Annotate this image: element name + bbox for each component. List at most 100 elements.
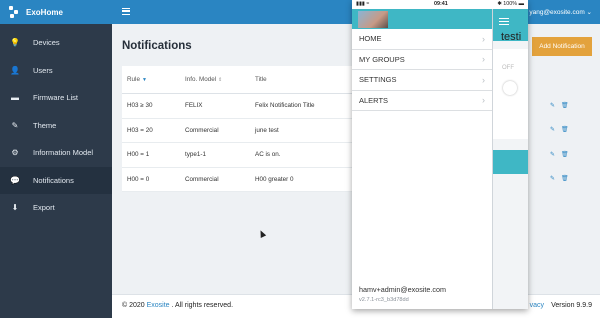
sidebar-item-label: Export	[33, 203, 55, 213]
row-actions: ✎ 🗑	[550, 102, 580, 109]
trash-icon[interactable]: 🗑	[561, 102, 569, 109]
download-icon: ⬇	[11, 203, 19, 213]
table-row[interactable]: H00 = 0 Commercial H00 greater 0	[122, 168, 354, 192]
sidebar-item-notifications[interactable]: 💬 Notifications	[0, 166, 112, 194]
chevron-right-icon: ›	[482, 74, 485, 85]
cell-title: AC is on.	[255, 151, 281, 159]
sidebar-item-information-model[interactable]: ⚙ Information Model	[0, 139, 112, 167]
cell-title: Felix Notification Title	[255, 102, 315, 110]
sort-icon: ⇕	[218, 77, 223, 83]
comment-icon: 💬	[10, 175, 20, 185]
copyright: © 2020 Exosite . All rights reserved.	[122, 302, 233, 309]
cell-rule: H00 = 0	[127, 175, 150, 183]
user-icon: 👤	[10, 65, 20, 75]
hamburger-menu-icon[interactable]	[499, 18, 509, 25]
sidebar: ExoHome 💡 Devices 👤 Users ▬ Firmware List ✎…	[0, 0, 112, 318]
cell-rule: H03 ≥ 30	[127, 102, 153, 110]
peek-toggle[interactable]	[503, 81, 517, 95]
table-row[interactable]: H03 = 20 Commercial june test	[122, 119, 354, 143]
drawer-item-label: ALERTS	[359, 95, 389, 105]
cell-rule: H03 = 20	[127, 126, 153, 134]
phone-drawer: HOME › MY GROUPS › SETTINGS › ALERTS › hamv+…	[352, 9, 493, 309]
sidebar-item-label: Notifications	[33, 175, 74, 185]
drawer-item-settings[interactable]: SETTINGS ›	[352, 70, 492, 91]
sidebar-item-devices[interactable]: 💡 Devices	[0, 29, 112, 57]
cell-model: Commercial	[185, 126, 219, 134]
copyright-prefix: © 2020	[122, 302, 147, 309]
drawer-item-label: HOME	[359, 34, 382, 44]
chevron-right-icon: ›	[482, 33, 485, 44]
trash-icon[interactable]: 🗑	[561, 126, 569, 133]
phone-time: 09:41	[434, 1, 448, 7]
cell-model: Commercial	[185, 175, 219, 183]
cell-model: FELIX	[185, 102, 203, 110]
cell-title: H00 greater 0	[255, 175, 294, 183]
sidebar-item-firmware-list[interactable]: ▬ Firmware List	[0, 84, 112, 112]
user-menu[interactable]: yang@exosite.com ⌄	[529, 8, 592, 16]
trash-icon[interactable]: 🗑	[561, 175, 569, 182]
row-actions: ✎ 🗑	[550, 151, 580, 158]
privacy-link[interactable]: vacy	[530, 302, 544, 309]
cell-rule: H00 = 1	[127, 151, 150, 159]
drawer-header	[352, 9, 492, 29]
row-actions: ✎ 🗑	[550, 175, 580, 182]
row-actions: ✎ 🗑	[550, 126, 580, 133]
app-name: ExoHome	[26, 7, 63, 17]
version-label: Version 9.9.9	[551, 302, 592, 309]
exosite-link[interactable]: Exosite	[147, 302, 170, 309]
column-header-model[interactable]: Info. Model ⇕	[185, 76, 255, 83]
edit-icon[interactable]: ✎	[550, 126, 555, 133]
folder-icon: ▬	[11, 93, 19, 103]
drawer-item-my-groups[interactable]: MY GROUPS ›	[352, 50, 492, 70]
column-header-rule[interactable]: Rule ▼	[122, 76, 185, 83]
table-row[interactable]: H03 ≥ 30 FELIX Felix Notification Title	[122, 94, 354, 119]
sidebar-item-label: Firmware List	[33, 93, 79, 103]
drawer-item-home[interactable]: HOME ›	[352, 29, 492, 50]
edit-icon[interactable]: ✎	[550, 151, 555, 158]
sidebar-item-export[interactable]: ⬇ Export	[0, 194, 112, 222]
exohome-logo-icon	[9, 6, 19, 18]
cell-model: type1-1	[185, 151, 207, 159]
column-header-title: Title	[255, 76, 354, 83]
sidebar-item-label: Information Model	[33, 148, 94, 158]
page-title: Notifications	[122, 40, 192, 52]
wand-icon: ✎	[11, 120, 19, 130]
table-header: Rule ▼ Info. Model ⇕ Title	[122, 66, 354, 94]
cell-title: june test	[255, 126, 279, 134]
lightbulb-icon: 💡	[10, 38, 20, 48]
phone-status-bar: ▮▮▮ ≈ 09:41 ✱ 100% ▬	[352, 0, 528, 9]
chevron-right-icon: ›	[482, 54, 485, 65]
drawer-item-alerts[interactable]: ALERTS ›	[352, 91, 492, 111]
sidebar-item-label: Devices	[33, 38, 60, 48]
column-label: Info. Model	[185, 76, 217, 83]
cubes-icon: ⚙	[11, 148, 19, 158]
phone-preview: ▮▮▮ ≈ 09:41 ✱ 100% ▬ HOME › MY GROUPS › SE…	[352, 0, 528, 309]
table-row[interactable]: H00 = 1 type1-1 AC is on.	[122, 143, 354, 168]
peek-band	[493, 150, 528, 174]
copyright-suffix: . All rights reserved.	[169, 302, 234, 309]
add-notification-button[interactable]: Add Notification	[532, 37, 592, 56]
brand[interactable]: ExoHome	[0, 0, 112, 24]
sidebar-nav: 💡 Devices 👤 Users ▬ Firmware List ✎ Theme ⚙ I…	[0, 29, 112, 222]
avatar[interactable]	[358, 11, 388, 28]
column-label: Rule	[127, 76, 140, 83]
phone-app-peek: testi OFF	[493, 9, 528, 309]
sidebar-item-users[interactable]: 👤 Users	[0, 57, 112, 85]
drawer-item-label: MY GROUPS	[359, 54, 405, 64]
battery-icon: ✱ 100% ▬	[497, 1, 524, 7]
trash-icon[interactable]: 🗑	[561, 151, 569, 158]
edit-icon[interactable]: ✎	[550, 175, 555, 182]
sidebar-item-theme[interactable]: ✎ Theme	[0, 112, 112, 140]
sort-icon: ▼	[141, 77, 147, 83]
drawer-version: v2.7.1-rc3_b3d78dd	[359, 297, 409, 303]
edit-icon[interactable]: ✎	[550, 102, 555, 109]
peek-toggle-label: OFF	[502, 65, 514, 71]
notifications-table: Rule ▼ Info. Model ⇕ Title H03 ≥ 30 FELIX Fe…	[122, 66, 354, 192]
drawer-menu: HOME › MY GROUPS › SETTINGS › ALERTS ›	[352, 29, 492, 111]
peek-title: testi	[501, 31, 522, 43]
hamburger-menu-icon[interactable]	[122, 8, 130, 15]
sidebar-item-label: Users	[33, 65, 53, 75]
chevron-right-icon: ›	[482, 95, 485, 106]
column-label: Title	[255, 76, 267, 83]
drawer-email: hamv+admin@exosite.com	[359, 285, 446, 294]
